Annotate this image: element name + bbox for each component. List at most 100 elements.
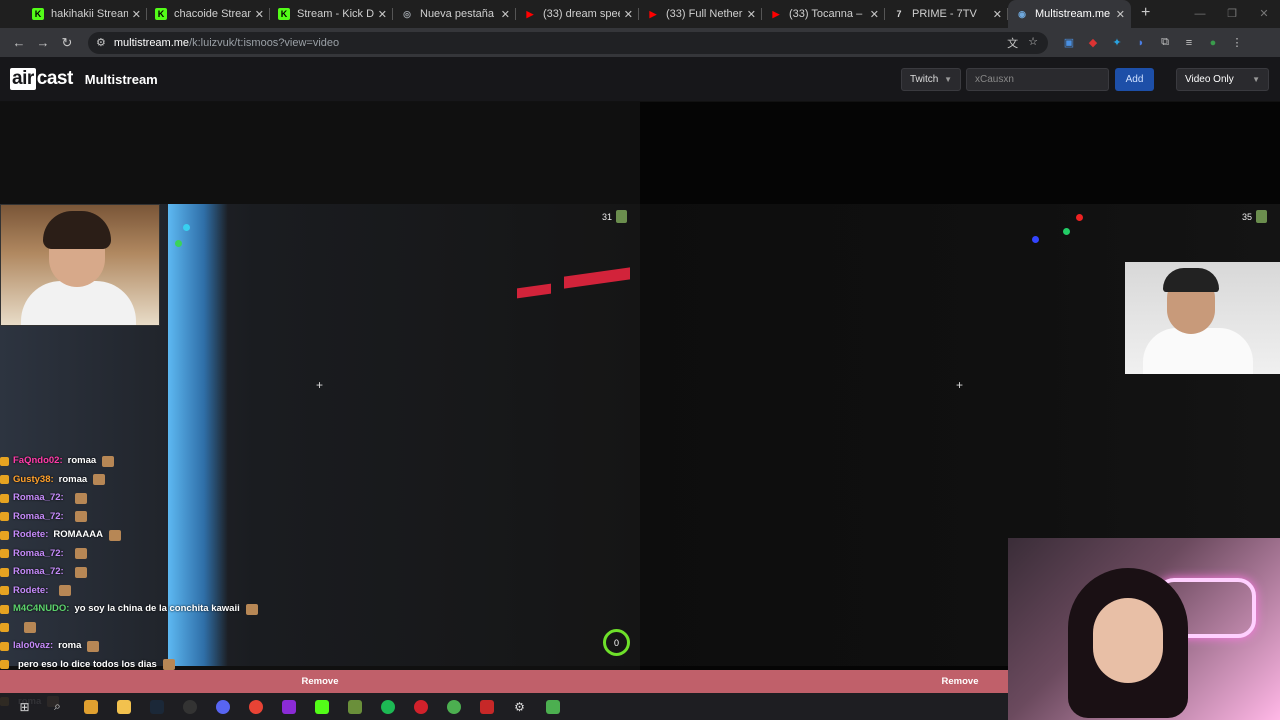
extension-icon[interactable]: ▣ (1062, 36, 1076, 49)
browser-tab[interactable]: ◉ Multistream.me - Tw ✕ (1008, 0, 1131, 28)
chat-message: M4C4NUDO: yo soy la china de la conchita … (0, 600, 330, 619)
remove-stream-1-button[interactable]: Remove (0, 670, 640, 693)
voicemeeter-icon[interactable] (470, 693, 503, 720)
chat-username[interactable]: Romaa_72: (13, 489, 64, 507)
chat-username[interactable]: Gusty38: (13, 471, 54, 489)
spotify-icon[interactable] (371, 693, 404, 720)
tab-title: Nueva pestaña (420, 8, 494, 20)
tab-close-icon[interactable]: ✕ (132, 8, 141, 21)
tab-close-icon[interactable]: ✕ (255, 8, 264, 21)
game-sign (564, 267, 630, 289)
chat-badge-icon (0, 549, 9, 559)
add-button[interactable]: Add (1115, 68, 1154, 91)
streamer-webcam-2 (1125, 262, 1280, 374)
chat-username[interactable]: FaQndo02: (13, 452, 63, 470)
tab-close-icon[interactable]: ✕ (501, 8, 510, 21)
window-controls: — ❐ ✕ (1184, 0, 1280, 28)
chat-username[interactable]: lalo0vaz: (13, 637, 53, 655)
tab-close-icon[interactable]: ✕ (378, 8, 387, 21)
os-taskbar: ⊞ ⌕ ⚙ (0, 693, 1008, 720)
chat-text: yo soy la china de la conchita kawaii (74, 603, 240, 615)
bookmark-star-icon[interactable]: ☆ (1028, 35, 1038, 51)
game-light (1032, 236, 1039, 243)
tab-close-icon[interactable]: ✕ (747, 8, 756, 21)
tab-close-icon[interactable]: ✕ (870, 8, 879, 21)
tab-close-icon[interactable]: ✕ (1116, 8, 1125, 21)
logo-air: air (10, 68, 36, 90)
chat-badge-icon (0, 530, 9, 540)
obs-icon[interactable] (173, 693, 206, 720)
embedded-chat-overlay (0, 327, 168, 438)
steam-icon[interactable] (140, 693, 173, 720)
discord-icon[interactable] (206, 693, 239, 720)
close-window-icon[interactable]: ✕ (1248, 0, 1280, 28)
chat-badge-icon (0, 586, 9, 596)
media-icon[interactable]: ≡ (1182, 37, 1196, 49)
extensions-puzzle-icon[interactable]: ⧉ (1158, 36, 1172, 49)
chevron-down-icon: ▼ (944, 75, 952, 84)
chat-message: lalo0vaz: roma (0, 637, 330, 656)
chat-text: ROMAAAA (53, 529, 103, 541)
view-mode-select[interactable]: Video Only ▼ (1176, 68, 1269, 91)
minecraft-icon[interactable] (536, 693, 569, 720)
minecraft-icon[interactable] (338, 693, 371, 720)
chat-username[interactable]: Rodete: (13, 526, 48, 544)
aircast-logo[interactable]: air cast (10, 68, 73, 90)
hud-counter-1: 31 (602, 210, 628, 223)
chrome-icon[interactable] (437, 693, 470, 720)
chat-username[interactable]: Romaa_72: (13, 545, 64, 563)
settings-icon[interactable]: ⚙ (503, 693, 536, 720)
reload-icon[interactable]: ↻ (56, 35, 78, 51)
chat-text: romaa (67, 455, 97, 467)
profile-avatar-icon[interactable]: ● (1206, 37, 1220, 49)
opera-icon[interactable] (404, 693, 437, 720)
browser-tab[interactable]: 7 PRIME - 7TV ✕ (885, 0, 1008, 28)
file-explorer-icon[interactable] (107, 693, 140, 720)
forward-icon[interactable]: → (32, 35, 54, 50)
translate-icon[interactable]: 文 (1007, 35, 1018, 51)
chat-emote-icon (24, 622, 36, 634)
browser-tab[interactable]: ▶ (33) Full Netherite Ar ✕ (639, 0, 762, 28)
chat-emote-icon (74, 566, 87, 578)
browser-tab[interactable]: ▶ (33) Tocanna – Latina ✕ (762, 0, 885, 28)
chat-username[interactable]: Romaa_72: (13, 508, 64, 526)
app-icon[interactable] (272, 693, 305, 720)
tab-close-icon[interactable]: ✕ (624, 8, 633, 21)
chat-emote-icon (74, 511, 87, 523)
search-icon[interactable]: ⌕ (41, 693, 74, 720)
chat-username[interactable]: Rodete: (13, 582, 48, 600)
platform-select[interactable]: Twitch ▼ (901, 68, 961, 91)
app-icon[interactable] (74, 693, 107, 720)
start-icon[interactable]: ⊞ (8, 693, 41, 720)
minimize-icon[interactable]: — (1184, 0, 1216, 28)
browser-tab[interactable]: ▶ (33) dream speedrun ✕ (516, 0, 639, 28)
chrome-icon[interactable] (239, 693, 272, 720)
tab-title: Multistream.me - Tw (1035, 8, 1112, 20)
tab-close-icon[interactable]: ✕ (993, 8, 1002, 21)
hud-ring: 0 (603, 629, 630, 656)
browser-tab[interactable]: K Stream - Kick Dashbo ✕ (270, 0, 393, 28)
browser-tab[interactable]: Khakihakii Stream - W ✕ (24, 0, 147, 28)
channel-input[interactable]: xCausxn (966, 68, 1109, 91)
menu-kebab-icon[interactable]: ⋮ (1230, 36, 1244, 49)
tab-favicon-icon: ◉ (1018, 8, 1026, 19)
kick-icon[interactable] (305, 693, 338, 720)
crosshair-icon: + (315, 378, 323, 392)
restore-icon[interactable]: ❐ (1216, 0, 1248, 28)
browser-tab[interactable]: Kchacoide Stream - W ✕ (147, 0, 270, 28)
chat-badge-icon (0, 604, 9, 614)
chat-text: roma (58, 640, 82, 652)
new-tab-button[interactable]: + (1141, 0, 1150, 28)
chat-username[interactable]: M4C4NUDO: (13, 600, 69, 618)
extension-icon[interactable]: ◆ (1086, 36, 1100, 49)
extension-icon[interactable]: ✦ (1110, 36, 1124, 49)
tab-favicon-icon: K (278, 8, 290, 20)
back-icon[interactable]: ← (8, 35, 30, 50)
game-light (1063, 228, 1070, 235)
browser-tab[interactable]: ◎ Nueva pestaña ✕ (393, 0, 516, 28)
address-bar[interactable]: ⚙ multistream.me /k:luizvuk/t:ismoos?vie… (88, 31, 1048, 54)
chat-username[interactable]: Romaa_72: (13, 563, 64, 581)
extension-icon[interactable]: ◗ (1134, 37, 1148, 49)
site-info-icon[interactable]: ⚙ (96, 36, 106, 49)
chat-emote-icon (59, 585, 72, 597)
